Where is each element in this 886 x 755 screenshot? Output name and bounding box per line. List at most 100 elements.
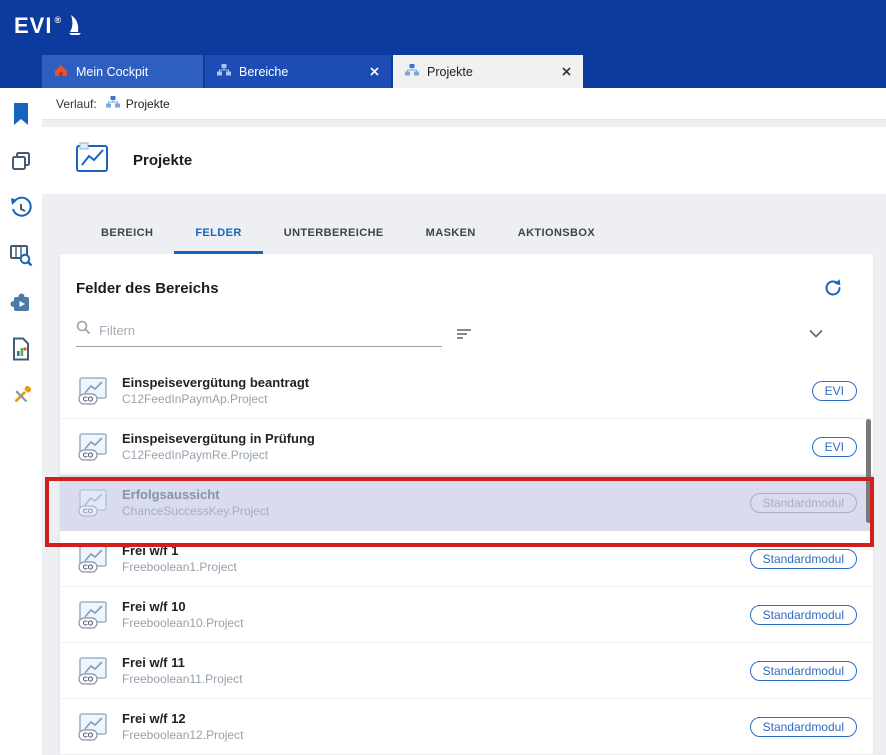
tools-icon[interactable] xyxy=(7,382,35,410)
field-title: Einspeisevergütung beantragt xyxy=(122,375,309,390)
field-title: Frei w/f 1 xyxy=(122,543,237,558)
field-text: Frei w/f 10 Freeboolean10.Project xyxy=(122,599,243,630)
history-icon[interactable] xyxy=(7,194,35,222)
list-item[interactable]: CO Frei w/f 11 Freeboolean11.Project Sta… xyxy=(60,643,873,699)
field-text: Erfolgsaussicht ChanceSuccessKey.Project xyxy=(122,487,269,518)
panel-title: Felder des Bereichs xyxy=(76,280,219,297)
field-title: Erfolgsaussicht xyxy=(122,487,269,502)
svg-text:CO: CO xyxy=(83,732,94,739)
field-subtitle: C12FeedInPaymAp.Project xyxy=(122,392,309,406)
module-badge: Standardmodul xyxy=(750,661,857,681)
svg-text:CO: CO xyxy=(83,620,94,627)
document-tabbar: Mein Cockpit Bereiche Projekte xyxy=(0,55,886,88)
page-title: Projekte xyxy=(133,152,192,169)
module-badge: EVI xyxy=(812,381,857,401)
filter-box xyxy=(76,320,442,347)
svg-text:CO: CO xyxy=(83,676,94,683)
chart-page-icon xyxy=(75,142,111,179)
fields-panel: Felder des Bereichs xyxy=(60,254,873,755)
plugin-icon[interactable] xyxy=(7,288,35,316)
close-icon[interactable] xyxy=(370,67,379,76)
svg-text:CO: CO xyxy=(83,452,94,459)
field-title: Frei w/f 11 xyxy=(122,655,243,670)
app-header: EVI® xyxy=(0,0,886,55)
history-item-projekte[interactable]: Projekte xyxy=(106,96,170,111)
areas-icon xyxy=(217,64,231,79)
field-text: Frei w/f 12 Freeboolean12.Project xyxy=(122,711,243,742)
field-title: Frei w/f 12 xyxy=(122,711,243,726)
field-subtitle: Freeboolean1.Project xyxy=(122,560,237,574)
chevron-down-icon[interactable] xyxy=(809,329,823,338)
tab-bereich[interactable]: Bereich xyxy=(80,227,174,254)
section-tabs: Bereich Felder Unterbereiche Masken Akti… xyxy=(42,194,886,254)
field-text: Einspeisevergütung in Prüfung C12FeedInP… xyxy=(122,431,315,462)
refresh-icon[interactable] xyxy=(823,278,843,298)
field-subtitle: Freeboolean10.Project xyxy=(122,616,243,630)
tab-felder[interactable]: Felder xyxy=(174,227,262,254)
list-scrollbar-thumb[interactable] xyxy=(866,419,871,523)
list-item[interactable]: CO Frei w/f 12 Freeboolean12.Project Sta… xyxy=(60,699,873,755)
svg-text:CO: CO xyxy=(83,508,94,515)
field-chart-icon: CO xyxy=(76,600,110,630)
field-chart-icon: CO xyxy=(76,544,110,574)
windows-copy-icon[interactable] xyxy=(7,147,35,175)
tab-aktionsbox[interactable]: Aktionsbox xyxy=(497,227,616,254)
sail-icon xyxy=(65,13,85,43)
module-badge: Standardmodul xyxy=(750,605,857,625)
logo-text: EVI xyxy=(14,13,52,39)
data-search-icon[interactable] xyxy=(7,241,35,269)
list-item[interactable]: CO Frei w/f 1 Freeboolean1.Project Stand… xyxy=(60,531,873,587)
field-chart-icon: CO xyxy=(76,712,110,742)
field-title: Frei w/f 10 xyxy=(122,599,243,614)
report-icon[interactable] xyxy=(7,335,35,363)
field-chart-icon: CO xyxy=(76,376,110,406)
field-chart-icon: CO xyxy=(76,656,110,686)
list-item[interactable]: CO Einspeisevergütung beantragt C12FeedI… xyxy=(60,363,873,419)
svg-text:CO: CO xyxy=(83,564,94,571)
bookmark-icon[interactable] xyxy=(7,100,35,128)
field-subtitle: Freeboolean12.Project xyxy=(122,728,243,742)
list-item[interactable]: CO Frei w/f 10 Freeboolean10.Project Sta… xyxy=(60,587,873,643)
registered-mark: ® xyxy=(54,15,62,25)
history-label: Verlauf: xyxy=(56,97,97,111)
field-chart-icon: CO xyxy=(76,488,110,518)
history-item-label: Projekte xyxy=(126,97,170,111)
close-icon[interactable] xyxy=(562,67,571,76)
app-logo: EVI® xyxy=(14,13,85,43)
workspace: Verlauf: Projekte Projekte Bereich Felde… xyxy=(0,88,886,755)
home-icon xyxy=(54,64,68,80)
tab-masken[interactable]: Masken xyxy=(405,227,497,254)
field-subtitle: C12FeedInPaymRe.Project xyxy=(122,448,315,462)
module-badge: EVI xyxy=(812,437,857,457)
field-text: Frei w/f 1 Freeboolean1.Project xyxy=(122,543,237,574)
field-title: Einspeisevergütung in Prüfung xyxy=(122,431,315,446)
page-header: Projekte xyxy=(42,127,886,193)
left-rail xyxy=(0,88,42,755)
tab-mein-cockpit[interactable]: Mein Cockpit xyxy=(42,55,203,88)
field-text: Einspeisevergütung beantragt C12FeedInPa… xyxy=(122,375,309,406)
projects-icon xyxy=(405,64,419,79)
module-badge: Standardmodul xyxy=(750,717,857,737)
filter-input[interactable] xyxy=(99,323,442,338)
sort-icon[interactable] xyxy=(456,327,474,341)
tab-projekte[interactable]: Projekte xyxy=(393,55,583,88)
field-text: Frei w/f 11 Freeboolean11.Project xyxy=(122,655,243,686)
tab-bereiche[interactable]: Bereiche xyxy=(205,55,391,88)
fields-list: CO Einspeisevergütung beantragt C12FeedI… xyxy=(60,363,873,755)
history-bar: Verlauf: Projekte xyxy=(42,88,886,120)
filter-row xyxy=(76,320,857,347)
module-badge: Standardmodul xyxy=(750,549,857,569)
tab-label: Projekte xyxy=(427,65,473,79)
tab-label: Bereiche xyxy=(239,65,288,79)
tab-unterbereiche[interactable]: Unterbereiche xyxy=(263,227,405,254)
tab-label: Mein Cockpit xyxy=(76,65,148,79)
list-item-selected[interactable]: CO Erfolgsaussicht ChanceSuccessKey.Proj… xyxy=(60,475,873,531)
list-item[interactable]: CO Einspeisevergütung in Prüfung C12Feed… xyxy=(60,419,873,475)
search-icon xyxy=(76,320,91,340)
module-badge: Standardmodul xyxy=(750,493,857,513)
field-subtitle: ChanceSuccessKey.Project xyxy=(122,504,269,518)
projects-icon xyxy=(106,96,120,111)
svg-text:CO: CO xyxy=(83,396,94,403)
field-chart-icon: CO xyxy=(76,432,110,462)
main-content: Verlauf: Projekte Projekte Bereich Felde… xyxy=(42,88,886,755)
